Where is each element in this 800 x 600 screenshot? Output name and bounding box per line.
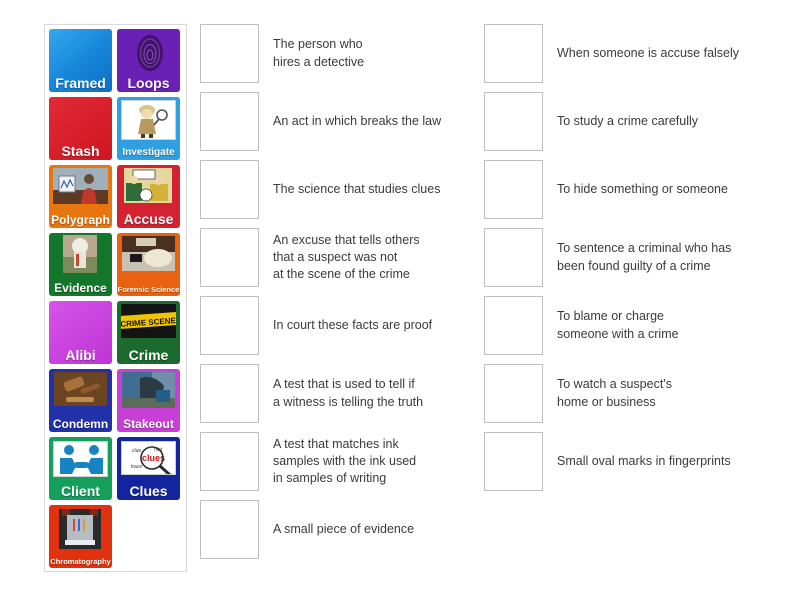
activity-canvas: Framed Loops Stash Investigate Polygraph Accu… — [0, 0, 800, 600]
drop-target-box[interactable] — [200, 92, 259, 151]
word-tile[interactable]: Investigate — [117, 97, 180, 160]
definition-row: In court these facts are proof — [200, 296, 465, 355]
svg-text:clue: clue — [132, 448, 141, 454]
drop-target-box[interactable] — [484, 160, 543, 219]
word-tile[interactable]: Evidence — [49, 233, 112, 296]
word-tile-label: Condemn — [52, 416, 109, 431]
definition-text: In court these facts are proof — [273, 317, 433, 332]
definition-text: An excuse that tells others that a suspe… — [273, 232, 420, 282]
word-tile[interactable]: Forensic Science — [117, 233, 180, 296]
drop-target-box[interactable] — [484, 24, 543, 83]
definition-row: To study a crime carefully — [484, 92, 774, 151]
definition-text: The person who hires a detective — [273, 37, 365, 69]
word-tile-label: Crime — [128, 346, 169, 363]
word-tile-label: Client — [61, 482, 100, 499]
word-tile[interactable]: Loops — [117, 29, 180, 92]
definition-text: Small oval marks in fingerprints — [557, 453, 731, 468]
definition-column-left: The person who hires a detective An act i… — [200, 24, 465, 568]
word-tile-label: Investigate — [122, 146, 175, 158]
definition-text: A small piece of evidence — [273, 521, 415, 536]
definition-row: A test that is used to tell if a witness… — [200, 364, 465, 423]
drop-target-box[interactable] — [200, 24, 259, 83]
svg-text:trace: trace — [131, 464, 142, 470]
definition-text: An act in which breaks the law — [273, 113, 442, 128]
drop-target-box[interactable] — [484, 228, 543, 287]
definition-row: To sentence a criminal who has been foun… — [484, 228, 774, 287]
definition-text: To watch a suspect's home or business — [557, 377, 672, 409]
drop-target-box[interactable] — [484, 364, 543, 423]
word-tile-label: Polygraph — [51, 212, 110, 227]
word-tile[interactable]: Stakeout — [117, 369, 180, 432]
drop-target-box[interactable] — [200, 432, 259, 491]
word-tile-label: Framed — [55, 74, 106, 91]
word-tile[interactable]: clue hint trace clues Clues — [117, 437, 180, 500]
definition-row: To hide something or someone — [484, 160, 774, 219]
definition-text: A test that is used to tell if a witness… — [273, 377, 424, 409]
word-tile[interactable]: Condemn — [49, 369, 112, 432]
word-tile-label: Alibi — [65, 346, 96, 363]
drop-target-box[interactable] — [200, 296, 259, 355]
drop-target-box[interactable] — [484, 92, 543, 151]
word-tile[interactable]: Stash — [49, 97, 112, 160]
word-tile-panel: Framed Loops Stash Investigate Polygraph Accu… — [44, 24, 187, 572]
definition-row: A small piece of evidence — [200, 500, 465, 559]
definition-row: An act in which breaks the law — [200, 92, 465, 151]
word-tile[interactable]: Framed — [49, 29, 112, 92]
definition-column-right: When someone is accuse falsely To study a… — [484, 24, 774, 500]
definition-text: When someone is accuse falsely — [557, 45, 740, 60]
word-tile[interactable]: Chromatography — [49, 505, 112, 568]
word-tile-label: Loops — [127, 74, 170, 91]
word-tile-label: Stakeout — [123, 416, 174, 431]
word-tile[interactable]: Alibi — [49, 301, 112, 364]
drop-target-box[interactable] — [484, 296, 543, 355]
definition-row: To watch a suspect's home or business — [484, 364, 774, 423]
definition-text: To study a crime carefully — [557, 113, 699, 128]
definition-row: To blame or charge someone with a crime — [484, 296, 774, 355]
word-tile-label: Accuse — [123, 210, 174, 227]
definition-row: The person who hires a detective — [200, 24, 465, 83]
word-tile[interactable]: Client — [49, 437, 112, 500]
drop-target-box[interactable] — [200, 228, 259, 287]
definition-row: An excuse that tells others that a suspe… — [200, 228, 465, 287]
drop-target-box[interactable] — [200, 500, 259, 559]
word-tile[interactable]: CRIME SCENE Crime — [117, 301, 180, 364]
word-tile-label: Clues — [129, 482, 168, 499]
definition-text: To blame or charge someone with a crime — [557, 309, 679, 341]
svg-text:clues: clues — [142, 453, 165, 463]
definition-row: A test that matches ink samples with the… — [200, 432, 465, 491]
tile-grid: Framed Loops Stash Investigate Polygraph Accu… — [49, 29, 182, 568]
word-tile[interactable]: Polygraph — [49, 165, 112, 228]
word-tile[interactable]: Accuse — [117, 165, 180, 228]
definition-text: To sentence a criminal who has been foun… — [557, 241, 732, 273]
drop-target-box[interactable] — [484, 432, 543, 491]
definition-text: The science that studies clues — [273, 181, 441, 196]
definition-row: Small oval marks in fingerprints — [484, 432, 774, 491]
drop-target-box[interactable] — [200, 364, 259, 423]
drop-target-box[interactable] — [200, 160, 259, 219]
word-tile-label: Stash — [61, 142, 100, 159]
definition-row: The science that studies clues — [200, 160, 465, 219]
word-tile-label: Forensic Science — [117, 285, 180, 295]
word-tile-label: Evidence — [54, 280, 107, 295]
word-tile-label: Chromatography — [50, 557, 111, 567]
definition-text: A test that matches ink samples with the… — [273, 436, 417, 486]
definition-row: When someone is accuse falsely — [484, 24, 774, 83]
definition-text: To hide something or someone — [557, 181, 728, 196]
